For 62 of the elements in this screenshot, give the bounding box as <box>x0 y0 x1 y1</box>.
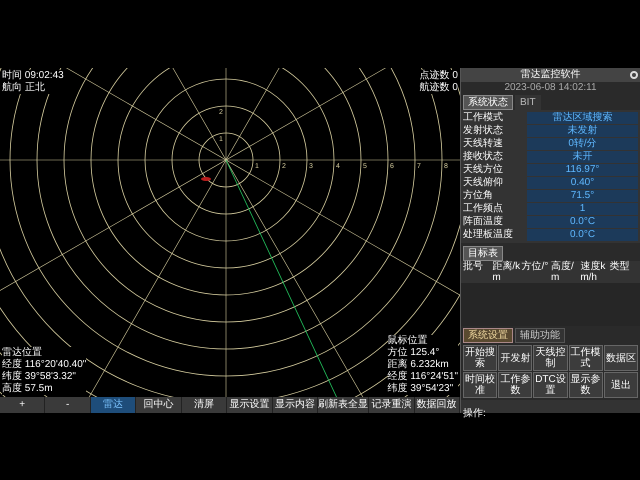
status-value: 71.5° <box>527 190 638 202</box>
status-label: 处理板温度 <box>463 229 514 241</box>
toolbar-button[interactable]: 显示内容 <box>272 397 318 413</box>
column-header: 高度/m <box>551 261 575 283</box>
panel-button[interactable]: 退出 <box>604 372 638 398</box>
status-label: 工作模式 <box>463 112 504 124</box>
column-header: 速度km/h <box>580 261 606 283</box>
panel-datetime: 2023-06-08 14:02:11 <box>504 82 597 94</box>
panel-button[interactable]: 工作模式 <box>568 345 603 371</box>
info-text: 雷达位置 <box>2 347 86 359</box>
toolbar-button[interactable]: 数据回放 <box>414 397 460 413</box>
status-line: 操作: <box>463 408 486 419</box>
status-label: 方位角 <box>463 190 494 202</box>
toolbar-button[interactable]: 显示设置 <box>227 397 273 413</box>
column-header: 方位/° <box>522 261 550 274</box>
panel-button[interactable]: 开始搜索 <box>463 345 498 371</box>
toolbar-button[interactable]: 刷新表全显 <box>318 397 370 413</box>
info-text: 纬度 39°54'23" <box>388 383 458 395</box>
panel-button[interactable]: 时间校准 <box>463 372 498 398</box>
panel-button[interactable]: 工作参数 <box>498 372 532 398</box>
column-header: 距离/km <box>492 261 521 283</box>
info-text: 方位 125.4° <box>388 347 458 359</box>
panel-title: 雷达监控软件 <box>520 68 580 82</box>
info-text: 经度 116°20'40.40" <box>2 359 86 371</box>
settings-icon[interactable] <box>630 71 638 79</box>
status-label: 阵面温度 <box>463 216 504 228</box>
status-value: 未开 <box>527 151 638 163</box>
status-value: 0.40° <box>527 177 638 189</box>
panel-tab[interactable]: 系统状态 <box>463 95 513 110</box>
panel-tab[interactable]: 辅助功能 <box>515 328 565 343</box>
status-value: 雷达区域搜索 <box>527 112 638 124</box>
status-label: 接收状态 <box>463 151 504 163</box>
section-tab[interactable]: 目标表 <box>463 246 503 261</box>
status-label: 天线俯仰 <box>463 177 504 189</box>
panel-button[interactable]: DTC设置 <box>533 372 568 398</box>
status-label: 天线转速 <box>463 138 504 150</box>
panel-tab[interactable]: BIT <box>515 95 541 110</box>
info-text: 鼠标位置 <box>388 335 458 347</box>
status-value: 未发射 <box>527 125 638 137</box>
status-label: 发射状态 <box>463 125 504 137</box>
status-value: 116.97° <box>527 164 638 176</box>
status-value: 1 <box>527 203 638 215</box>
status-value: 0.0°C <box>527 216 638 228</box>
info-text: 点迹数 0 <box>420 70 458 82</box>
panel-button[interactable]: 天线控制 <box>533 345 568 371</box>
column-header: 类型 <box>610 261 631 274</box>
status-value: 0转/分 <box>527 138 638 150</box>
panel-button[interactable]: 显示参数 <box>568 372 603 398</box>
status-label: 工作频点 <box>463 203 504 215</box>
column-header: 批号 <box>463 261 484 274</box>
panel-button[interactable]: 数据区 <box>604 345 638 371</box>
info-text: 时间 09:02:43 <box>2 70 64 82</box>
toolbar-button[interactable]: 雷达 <box>90 397 136 413</box>
panel-tab[interactable]: 系统设置 <box>463 328 513 343</box>
info-text: 经度 116°24'51" <box>388 371 458 383</box>
panel-button[interactable]: 开发射 <box>498 345 532 371</box>
toolbar-button[interactable]: 记录重演 <box>369 397 414 413</box>
target-blip <box>201 177 211 181</box>
status-value: 0.0°C <box>527 229 638 241</box>
info-text: 高度 57.5m <box>2 383 86 395</box>
info-text: 航迹数 0 <box>420 82 458 94</box>
status-label: 天线方位 <box>463 164 504 176</box>
